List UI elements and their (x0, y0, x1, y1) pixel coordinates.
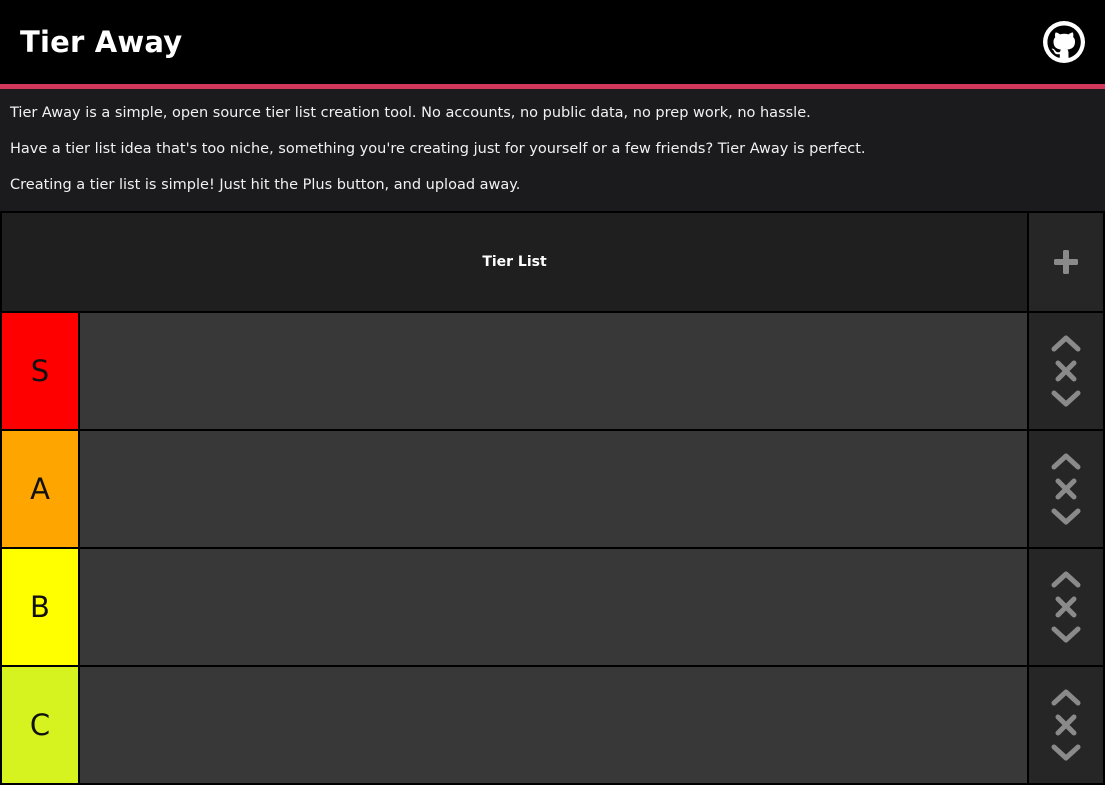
top-bar: Tier Away (0, 0, 1105, 89)
intro-paragraph: Creating a tier list is simple! Just hit… (10, 177, 521, 193)
close-icon[interactable] (1050, 595, 1082, 619)
add-tier-cell (1029, 213, 1105, 311)
close-icon[interactable] (1050, 713, 1082, 737)
chevron-up-icon[interactable] (1050, 333, 1082, 353)
tier-row: C (0, 667, 1105, 785)
tier-controls (1029, 313, 1105, 429)
chevron-down-icon[interactable] (1050, 625, 1082, 645)
tier-row: B (0, 549, 1105, 667)
intro-section: Tier Away is a simple, open source tier … (0, 89, 1105, 211)
tier-items-dropzone[interactable] (80, 313, 1029, 429)
close-icon[interactable] (1050, 477, 1082, 501)
chevron-up-icon[interactable] (1050, 451, 1082, 471)
tier-items-dropzone[interactable] (80, 549, 1029, 665)
tier-label[interactable]: A (0, 431, 80, 547)
tier-row: S (0, 313, 1105, 431)
tier-items-dropzone[interactable] (80, 667, 1029, 783)
chevron-down-icon[interactable] (1050, 743, 1082, 763)
chevron-up-icon[interactable] (1050, 569, 1082, 589)
chevron-down-icon[interactable] (1050, 507, 1082, 527)
tier-controls (1029, 431, 1105, 547)
chevron-up-icon[interactable] (1050, 687, 1082, 707)
tier-label[interactable]: B (0, 549, 80, 665)
tier-controls (1029, 549, 1105, 665)
app-title: Tier Away (20, 25, 183, 59)
tier-row: A (0, 431, 1105, 549)
intro-paragraph: Have a tier list idea that's too niche, … (10, 141, 866, 157)
github-icon[interactable] (1043, 21, 1085, 63)
tier-table: Tier List S A B C (0, 211, 1105, 785)
plus-icon[interactable] (1050, 248, 1082, 276)
tier-label[interactable]: S (0, 313, 80, 429)
chevron-down-icon[interactable] (1050, 389, 1082, 409)
tier-list-title: Tier List (0, 213, 1029, 311)
intro-paragraph: Tier Away is a simple, open source tier … (10, 105, 811, 121)
tier-items-dropzone[interactable] (80, 431, 1029, 547)
tier-label[interactable]: C (0, 667, 80, 783)
close-icon[interactable] (1050, 359, 1082, 383)
tier-controls (1029, 667, 1105, 783)
tier-table-header: Tier List (0, 213, 1105, 313)
